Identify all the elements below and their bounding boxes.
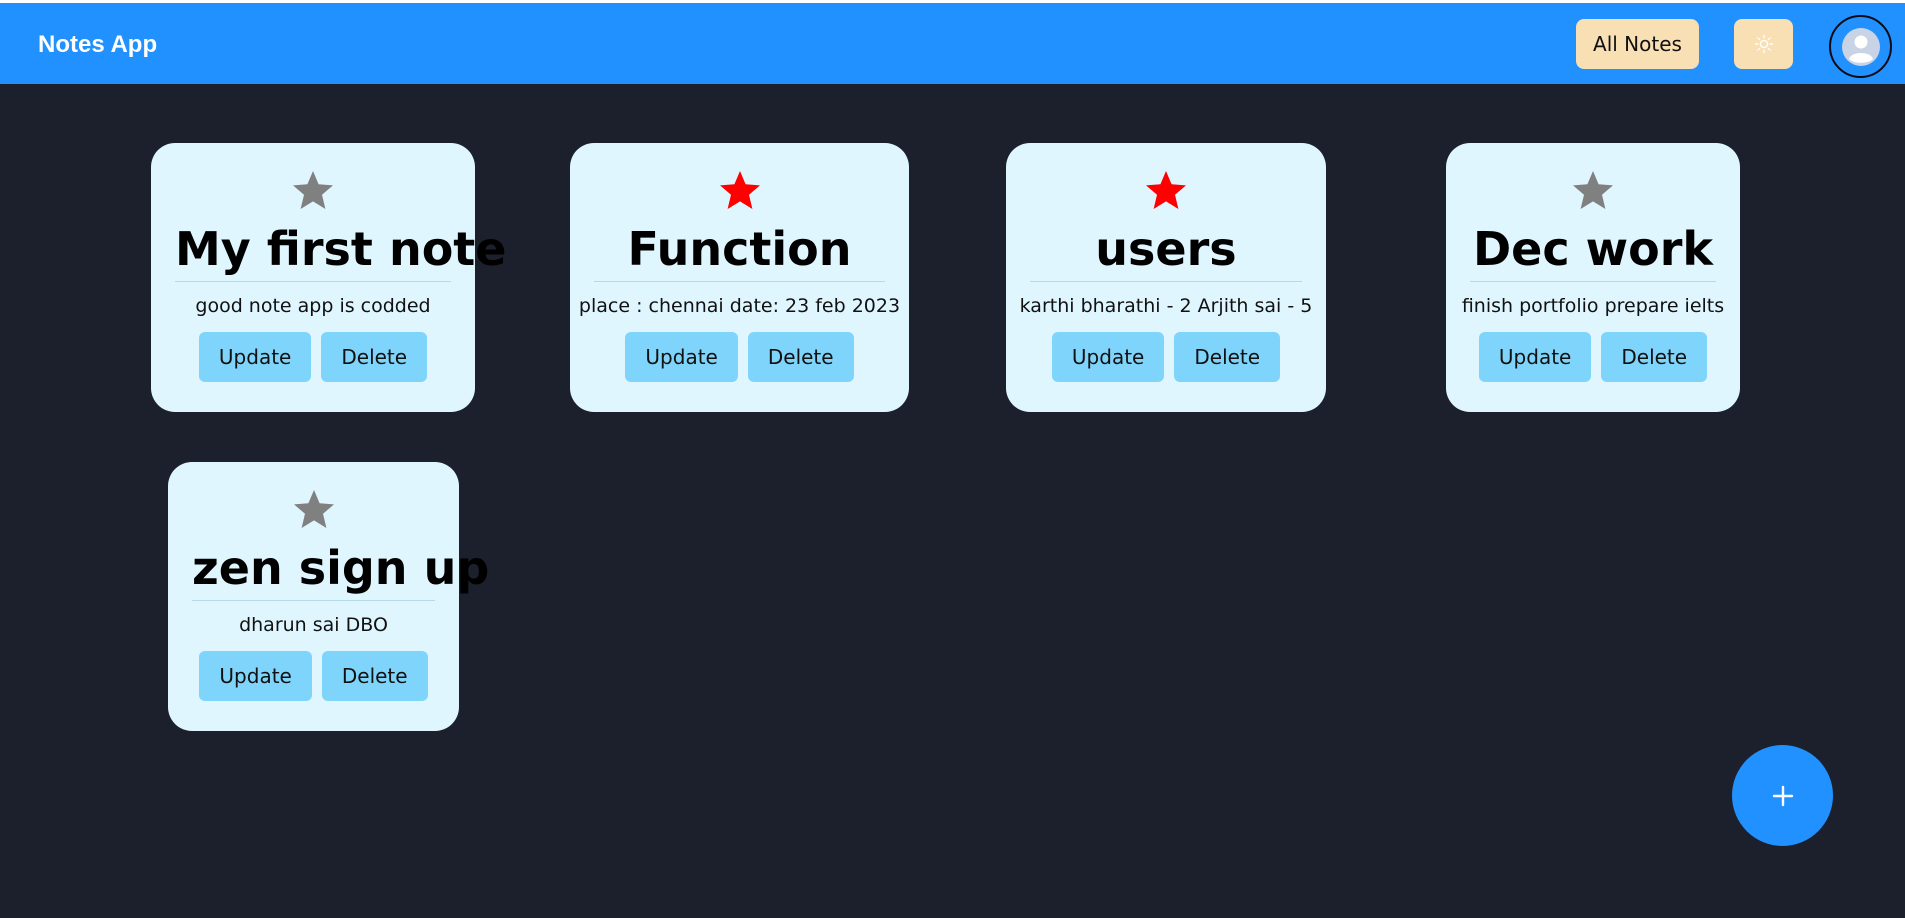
note-card: Function place : chennai date: 23 feb 202… <box>570 143 909 412</box>
star-filled-icon[interactable] <box>1144 169 1188 211</box>
delete-button[interactable]: Delete <box>1601 332 1708 382</box>
note-description: finish portfolio prepare ielts <box>1461 295 1725 317</box>
update-button[interactable]: Update <box>1051 332 1165 382</box>
note-title: Function <box>594 221 885 282</box>
note-card: zen sign up dharun sai DBO Update Delete <box>168 462 489 731</box>
add-note-button[interactable] <box>1732 745 1833 846</box>
note-card: My first note good note app is codded Upda… <box>151 143 506 412</box>
delete-button[interactable]: Delete <box>321 651 428 701</box>
delete-button[interactable]: Delete <box>321 332 428 382</box>
sun-icon <box>1754 34 1773 54</box>
navbar: Notes App All Notes <box>0 0 1905 84</box>
note-card: Dec work finish portfolio prepare ielts Up… <box>1446 143 1740 412</box>
note-title: users <box>1030 221 1302 282</box>
note-actions: Update Delete <box>625 332 854 382</box>
note-description: dharun sai DBO <box>239 614 388 636</box>
note-description: karthi bharathi - 2 Arjith sai - 5 <box>1019 295 1313 317</box>
user-avatar[interactable] <box>1829 15 1892 78</box>
note-actions: Update Delete <box>198 332 428 382</box>
star-filled-icon[interactable] <box>718 169 762 211</box>
update-button[interactable]: Update <box>1478 332 1592 382</box>
user-avatar-icon <box>1841 27 1880 66</box>
star-icon[interactable] <box>292 488 336 530</box>
app-title[interactable]: Notes App <box>38 31 157 59</box>
note-title: My first note <box>175 221 506 282</box>
note-actions: Update Delete <box>199 651 428 701</box>
note-card: users karthi bharathi - 2 Arjith sai - 5 U… <box>1006 143 1326 412</box>
theme-toggle-button[interactable] <box>1734 19 1793 69</box>
update-button[interactable]: Update <box>198 332 312 382</box>
note-description: good note app is codded <box>195 295 431 317</box>
update-button[interactable]: Update <box>199 651 312 701</box>
note-actions: Update Delete <box>1051 332 1281 382</box>
all-notes-button[interactable]: All Notes <box>1576 19 1699 69</box>
star-icon[interactable] <box>1571 169 1615 211</box>
plus-icon <box>1772 785 1793 806</box>
delete-button[interactable]: Delete <box>1174 332 1281 382</box>
update-button[interactable]: Update <box>625 332 738 382</box>
star-icon[interactable] <box>291 169 335 211</box>
delete-button[interactable]: Delete <box>747 332 854 382</box>
note-description: place : chennai date: 23 feb 2023 <box>578 295 901 317</box>
note-actions: Update Delete <box>1478 332 1708 382</box>
note-title: Dec work <box>1470 221 1716 282</box>
note-title: zen sign up <box>192 540 489 601</box>
